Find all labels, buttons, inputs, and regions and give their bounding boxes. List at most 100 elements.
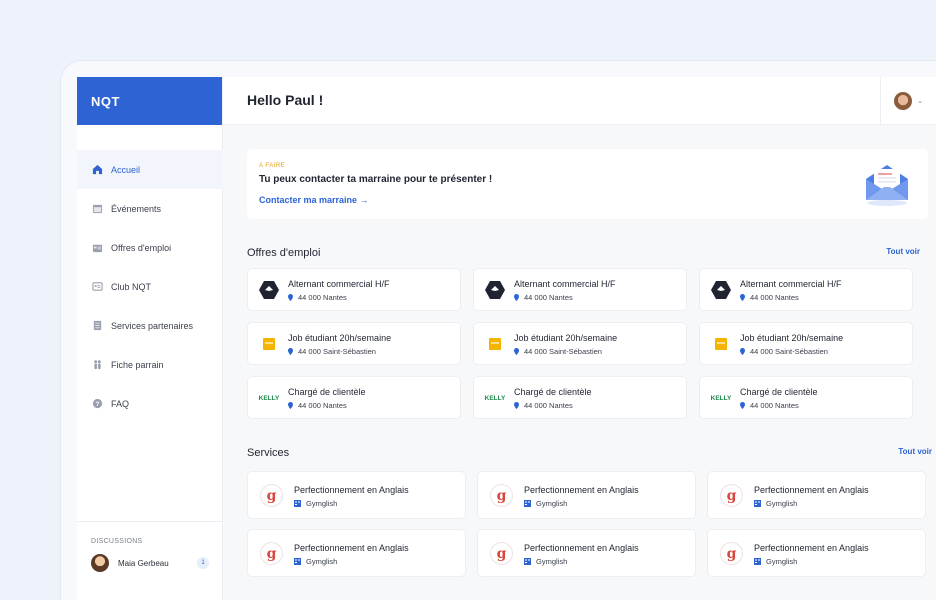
job-location: 44 000 Saint-Sébastien	[288, 347, 376, 356]
service-provider: Gymglish	[754, 499, 797, 508]
service-title: Perfectionnement en Anglais	[294, 485, 409, 495]
job-location-text: 44 000 Saint-Sébastien	[750, 347, 828, 356]
job-card[interactable]: Alternant commercial H/F 44 000 Nantes	[473, 268, 687, 311]
sidebar-item-fiche-parrain[interactable]: Fiche parrain	[77, 345, 223, 384]
job-location: 44 000 Nantes	[288, 293, 347, 302]
main-content: A FAIRE Tu peux contacter ta marraine po…	[223, 125, 936, 600]
contact-sponsor-link[interactable]: Contacter ma marraine →	[259, 195, 369, 205]
service-title: Perfectionnement en Anglais	[754, 543, 869, 553]
sidebar-item-offres[interactable]: Offres d'emploi	[77, 228, 223, 267]
job-card[interactable]: Alternant commercial H/F 44 000 Nantes	[699, 268, 913, 311]
yellow-logo	[258, 334, 280, 354]
job-card[interactable]: Job étudiant 20h/semaine 44 000 Saint-Sé…	[473, 322, 687, 365]
sidebar-item-label: Services partenaires	[111, 320, 194, 331]
job-title: Chargé de clientèle	[740, 387, 818, 397]
service-title: Perfectionnement en Anglais	[524, 543, 639, 553]
job-card[interactable]: KELLY Chargé de clientèle 44 000 Nantes	[247, 376, 461, 419]
job-card[interactable]: KELLY Chargé de clientèle 44 000 Nantes	[699, 376, 913, 419]
sponsor-icon	[91, 359, 103, 371]
service-card[interactable]: g Perfectionnement en Anglais Gymglish	[247, 529, 466, 577]
job-card[interactable]: KELLY Chargé de clientèle 44 000 Nantes	[473, 376, 687, 419]
job-location-text: 44 000 Nantes	[750, 293, 799, 302]
service-title: Perfectionnement en Anglais	[524, 485, 639, 495]
location-pin-icon	[288, 348, 293, 355]
logo[interactable]: NQT	[77, 77, 222, 125]
service-provider-name: Gymglish	[306, 499, 338, 508]
sidebar-item-evenements[interactable]: Événements	[77, 189, 223, 228]
job-card[interactable]: Alternant commercial H/F 44 000 Nantes	[247, 268, 461, 311]
sidebar-item-label: Club NQT	[111, 281, 152, 292]
sidebar: NQT Accueil Événements Offres d'emploi C…	[77, 77, 223, 600]
job-location-text: 44 000 Nantes	[298, 401, 347, 410]
building-icon	[754, 500, 761, 507]
job-card[interactable]: Job étudiant 20h/semaine 44 000 Saint-Sé…	[699, 322, 913, 365]
service-title: Perfectionnement en Anglais	[754, 485, 869, 495]
gymglish-logo: g	[260, 484, 283, 507]
chevron-down-icon: ⌄	[917, 98, 923, 105]
service-provider-name: Gymglish	[766, 499, 798, 508]
kelly-logo: KELLY	[710, 394, 732, 402]
logo-text: NQT	[91, 93, 120, 109]
job-location-text: 44 000 Saint-Sébastien	[524, 347, 602, 356]
gymglish-logo: g	[260, 542, 283, 565]
app-window: NQT Accueil Événements Offres d'emploi C…	[77, 77, 936, 600]
job-title: Chargé de clientèle	[288, 387, 366, 397]
banner-tag: A FAIRE	[259, 163, 286, 169]
gymglish-logo: g	[720, 484, 743, 507]
gymglish-logo: g	[490, 542, 513, 565]
profile-menu[interactable]: ⌄	[880, 77, 936, 125]
service-provider-name: Gymglish	[536, 499, 568, 508]
discussion-item[interactable]: Maia Gerbeau 1	[91, 554, 209, 572]
hexagon-logo	[258, 280, 280, 300]
building-icon	[294, 500, 301, 507]
kelly-logo: KELLY	[258, 394, 280, 402]
location-pin-icon	[288, 402, 293, 409]
job-card[interactable]: Job étudiant 20h/semaine 44 000 Saint-Sé…	[247, 322, 461, 365]
job-location: 44 000 Saint-Sébastien	[740, 347, 828, 356]
service-card[interactable]: g Perfectionnement en Anglais Gymglish	[247, 471, 466, 519]
service-provider: Gymglish	[294, 499, 337, 508]
services-see-all-link[interactable]: Tout voir	[898, 447, 932, 456]
sidebar-item-faq[interactable]: ? FAQ	[77, 384, 223, 423]
sidebar-item-label: Fiche parrain	[111, 359, 164, 370]
job-title: Job étudiant 20h/semaine	[740, 333, 844, 343]
sidebar-item-label: Événements	[111, 203, 162, 214]
sidebar-item-services[interactable]: Services partenaires	[77, 306, 223, 345]
location-pin-icon	[288, 294, 293, 301]
job-location-text: 44 000 Nantes	[750, 401, 799, 410]
svg-text:?: ?	[95, 401, 99, 408]
sidebar-item-club[interactable]: Club NQT	[77, 267, 223, 306]
sidebar-item-accueil[interactable]: Accueil	[77, 150, 223, 189]
service-provider: Gymglish	[754, 557, 797, 566]
job-location-text: 44 000 Saint-Sébastien	[298, 347, 376, 356]
job-title: Chargé de clientèle	[514, 387, 592, 397]
services-section-title: Services	[247, 447, 290, 459]
service-card[interactable]: g Perfectionnement en Anglais Gymglish	[477, 471, 696, 519]
service-provider-name: Gymglish	[766, 557, 798, 566]
service-card[interactable]: g Perfectionnement en Anglais Gymglish	[707, 529, 926, 577]
job-location: 44 000 Nantes	[740, 401, 799, 410]
discussions-panel: DISCUSSIONS Maia Gerbeau 1	[77, 521, 223, 572]
envelope-icon	[862, 159, 912, 209]
job-location: 44 000 Saint-Sébastien	[514, 347, 602, 356]
job-title: Job étudiant 20h/semaine	[514, 333, 618, 343]
job-location: 44 000 Nantes	[288, 401, 347, 410]
avatar	[894, 92, 913, 110]
job-title: Alternant commercial H/F	[514, 279, 616, 289]
location-pin-icon	[514, 402, 519, 409]
location-pin-icon	[740, 348, 745, 355]
jobs-see-all-link[interactable]: Tout voir	[886, 247, 920, 256]
hexagon-logo	[710, 280, 732, 300]
service-provider: Gymglish	[294, 557, 337, 566]
unread-badge: 1	[197, 557, 209, 569]
service-card[interactable]: g Perfectionnement en Anglais Gymglish	[477, 529, 696, 577]
gymglish-logo: g	[720, 542, 743, 565]
location-pin-icon	[740, 402, 745, 409]
kelly-logo: KELLY	[484, 394, 506, 402]
sidebar-item-label: FAQ	[111, 398, 130, 409]
job-location: 44 000 Nantes	[514, 401, 573, 410]
sidebar-nav: Accueil Événements Offres d'emploi Club …	[77, 150, 223, 423]
service-card[interactable]: g Perfectionnement en Anglais Gymglish	[707, 471, 926, 519]
job-location: 44 000 Nantes	[514, 293, 573, 302]
page-title: Hello Paul !	[247, 92, 324, 108]
